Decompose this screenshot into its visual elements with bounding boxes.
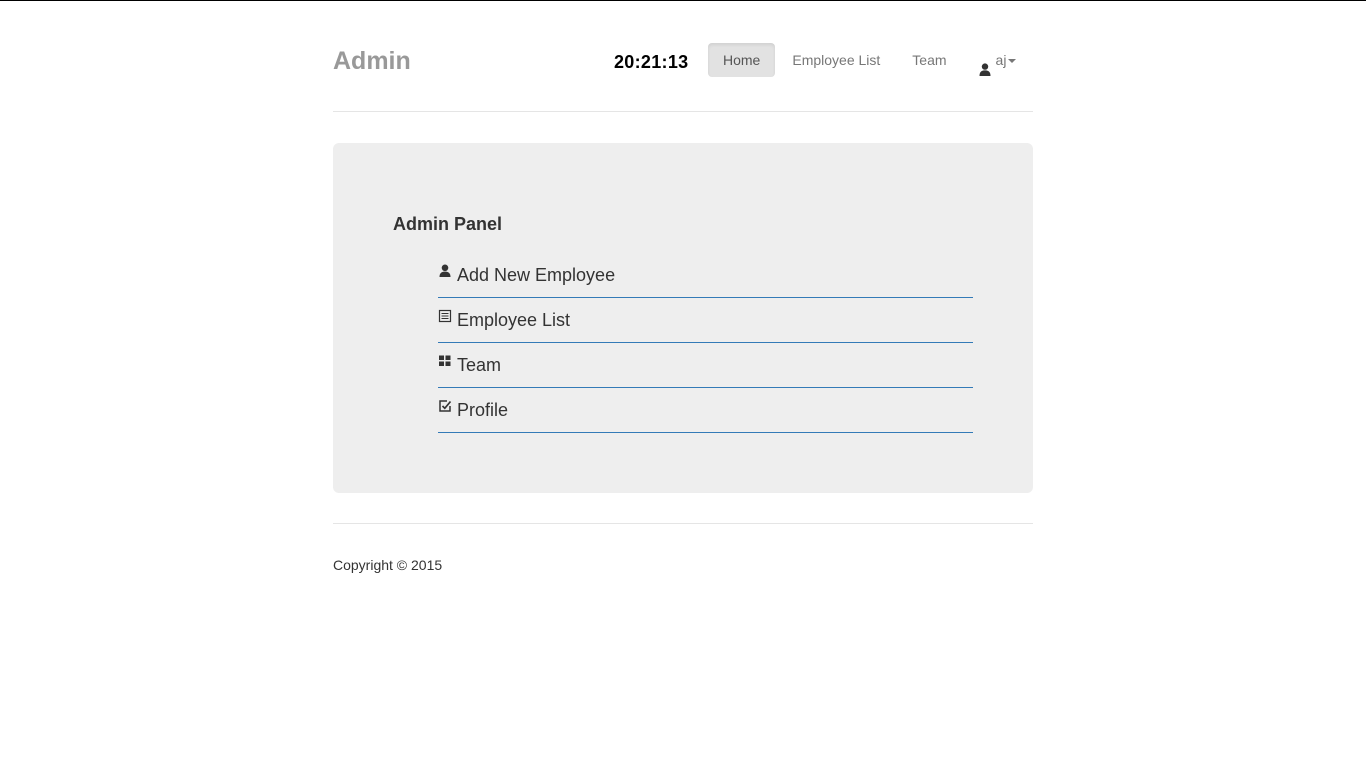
admin-panel: Admin Panel Add New Employee Employee Li…	[333, 143, 1033, 493]
footer-divider	[333, 523, 1033, 524]
nav-employee-list[interactable]: Employee List	[776, 43, 896, 77]
chevron-down-icon	[1008, 59, 1017, 63]
menu-item-label: Profile	[457, 400, 509, 420]
footer-copyright: Copyright © 2015	[333, 557, 443, 573]
user-name: aj	[995, 52, 1007, 68]
edit-icon	[438, 399, 452, 413]
main-nav: Home Employee List Team aj	[708, 43, 1032, 77]
user-icon	[979, 54, 991, 76]
menu-item-label: Add New Employee	[457, 265, 616, 285]
menu-item-add-employee[interactable]: Add New Employee	[438, 253, 973, 298]
grid-icon	[438, 354, 452, 368]
panel-title: Admin Panel	[393, 214, 503, 234]
user-icon	[438, 264, 452, 278]
clock: 20:21:13	[614, 52, 689, 72]
header: Admin 20:21:13 Home Employee List Team a…	[333, 0, 1033, 112]
nav-home[interactable]: Home	[708, 43, 776, 77]
menu-item-label: Team	[457, 355, 502, 375]
admin-menu: Add New Employee Employee List Team Prof…	[438, 253, 973, 433]
list-icon	[438, 309, 452, 323]
brand-title[interactable]: Admin	[333, 46, 411, 76]
menu-item-team[interactable]: Team	[438, 343, 973, 388]
page-container: Admin 20:21:13 Home Employee List Team a…	[333, 0, 1033, 573]
nav-team[interactable]: Team	[896, 43, 962, 77]
menu-item-profile[interactable]: Profile	[438, 388, 973, 433]
menu-item-employee-list[interactable]: Employee List	[438, 298, 973, 343]
menu-item-label: Employee List	[457, 310, 571, 330]
user-dropdown[interactable]: aj	[963, 43, 1033, 77]
